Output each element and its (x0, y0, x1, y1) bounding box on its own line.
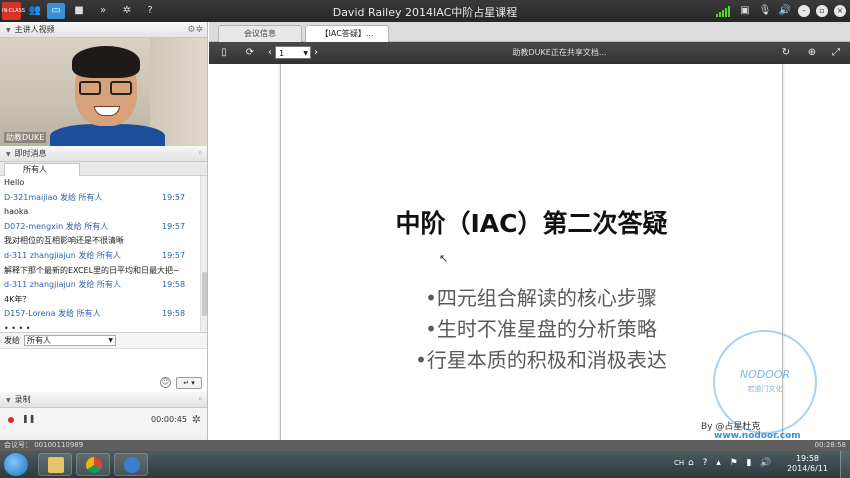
windows-taskbar: CH ⌂ ? ▴ ⚑ ▮ 🔊 19:58 2014/6/11 (0, 451, 850, 478)
start-button[interactable] (4, 453, 28, 476)
chat-message-text: d-311 zhangjiajun 发给 所有人 (4, 250, 121, 260)
chat-message-text: 解释下那个最新的EXCEL里的日平均和日最大把~ (4, 265, 180, 275)
meeting-number: 会议号： 00100110989 (4, 441, 84, 449)
slide-bullet: •生时不准星盘的分析策略 (425, 317, 657, 341)
recording-time: 00:00:45 (151, 415, 187, 424)
send-button[interactable]: ↵ ▾ (176, 377, 202, 389)
chat-message: Hello (0, 176, 200, 191)
recording-title: 录制 (14, 395, 31, 404)
session-clock: 00:28:58 (814, 441, 846, 449)
mouse-cursor-icon: ↖ (439, 252, 449, 265)
chat-message: 解释下那个最新的EXCEL里的日平均和日最大把~ (0, 264, 200, 279)
chat-message: • • • • (0, 322, 200, 332)
chat-header[interactable]: ▼ 即时消息 ◦ (0, 146, 207, 162)
chat-message: 4K年？ (0, 293, 200, 308)
record-button[interactable] (8, 417, 14, 423)
chat-message-text: Hello (4, 178, 25, 187)
presenter-name: 助教DUKE (4, 132, 47, 143)
slide: 中阶（IAC）第二次答疑 ↖ •四元组合解读的核心步骤 •生时不准星盘的分析策略… (280, 64, 817, 440)
chat-messages: Hello D-321maijiao 发给 所有人 19:57 haoka D072-m… (0, 176, 207, 332)
tray-icons[interactable]: ⌂ ? ▴ ⚑ ▮ 🔊 (688, 458, 775, 468)
tab-all-users[interactable]: 所有人 (4, 163, 80, 176)
emoji-icon[interactable]: ☺ (160, 377, 171, 388)
chat-message-text: 4K年？ (4, 294, 31, 304)
show-desktop-button[interactable] (840, 451, 850, 478)
document-toolbar: ▯ ⟳ ‹ 1 ▼ › 助教DUKE正在共享文档... ↻ ⊕ ⤢ (209, 42, 850, 64)
chat-message-text: haoka (4, 207, 29, 217)
pause-button[interactable]: ❚❚ (22, 414, 35, 423)
slide-bullet: •四元组合解读的核心步骤 (425, 286, 657, 310)
presenter-video-title: 主讲人视频 (14, 25, 55, 34)
zoom-in-icon[interactable]: ⊕ (805, 46, 819, 60)
recording-header[interactable]: ▼ 录制 ◦ (0, 392, 207, 408)
slide-bullet: •行星本质的积极和消极表达 (415, 348, 667, 372)
slide-title: 中阶（IAC）第二次答疑 (395, 209, 668, 238)
chat-title: 即时消息 (14, 149, 47, 158)
speaker-icon[interactable]: 🔊 (778, 4, 792, 18)
chat-options-icon[interactable]: ◦ (198, 146, 203, 162)
document-viewer: 中阶（IAC）第二次答疑 ↖ •四元组合解读的核心步骤 •生时不准星盘的分析策略… (209, 64, 850, 441)
chat-message-text: D072-mengxin 发给 所有人 (4, 221, 109, 231)
chat-message-time: 19:58 (162, 280, 186, 290)
chat-message: D072-mengxin 发给 所有人 19:57 (0, 220, 200, 235)
recording-settings-icon[interactable]: ✲ (192, 413, 201, 426)
title-bar: IN·CLASS 👥 ▭ ■ » ✲ ? David Railey 2014IA… (0, 0, 850, 22)
chat-message-text: • • • • (4, 323, 31, 332)
recording-options-icon[interactable]: ◦ (198, 392, 203, 408)
chat-message-time: 19:57 (162, 250, 186, 260)
fullscreen-icon[interactable]: ⤢ (829, 46, 843, 60)
presenter-video-header[interactable]: ▼ 主讲人视频 ⚙✲ (0, 22, 207, 38)
close-button[interactable]: × (834, 5, 846, 17)
chat-message-text: D-321maijiao 发给 所有人 (4, 192, 103, 202)
system-tray: CH ⌂ ? ▴ ⚑ ▮ 🔊 19:58 2014/6/11 (660, 451, 850, 478)
chat-message: d-311 zhangjiajun 发给 所有人 19:58 (0, 278, 200, 293)
language-indicator[interactable]: CH (674, 459, 684, 467)
left-panel: ▼ 主讲人视频 ⚙✲ 助教DUKE ▼ 即时消息 ◦ 所有人 Hello D-321m… (0, 22, 208, 440)
send-to-label: 发给 (4, 336, 20, 345)
system-clock[interactable]: 19:58 2014/6/11 (787, 454, 828, 474)
explorer-taskbar-icon[interactable] (38, 453, 72, 476)
send-to-select[interactable]: 所有人 ▼ (24, 335, 116, 346)
chat-message-time: 19:57 (162, 221, 186, 231)
rotate-icon[interactable]: ↻ (779, 46, 793, 60)
presenter-video: 助教DUKE (0, 38, 207, 146)
document-tabs: 会议信息 【IAC答疑】... (209, 22, 850, 42)
chat-message-text: d-311 zhangjiajun 发给 所有人 (4, 280, 121, 290)
video-settings-icon[interactable]: ⚙✲ (187, 22, 203, 38)
tab-iac-qa[interactable]: 【IAC答疑】... (305, 25, 389, 42)
chat-input[interactable]: ☺ ↵ ▾ (0, 348, 207, 392)
layout-icon[interactable]: ▣ (738, 4, 752, 18)
chat-scrollbar[interactable] (200, 176, 207, 332)
chat-message-text: 我对相位的互相影响还是不很清晰 (4, 236, 124, 246)
microphone-icon[interactable]: 🎙 (758, 4, 772, 18)
status-strip: 会议号： 00100110989 00:28:58 (0, 440, 850, 451)
chat-message: haoka (0, 205, 200, 220)
chat-message-time: 19:58 (162, 309, 186, 319)
chat-message: D-321maijiao 发给 所有人 19:57 (0, 191, 200, 206)
chevron-down-icon: ▼ (108, 337, 113, 344)
sharing-status: 助教DUKE正在共享文档... (512, 48, 607, 57)
slide-bullets: •四元组合解读的核心步骤 •生时不准星盘的分析策略 •行星本质的积极和消极表达 (381, 283, 701, 376)
tab-meeting-info[interactable]: 会议信息 (218, 25, 302, 42)
chat-message: d-311 zhangjiajun 发给 所有人 19:57 (0, 249, 200, 264)
minimize-button[interactable]: – (798, 5, 810, 17)
signal-strength-icon (716, 5, 732, 17)
chat-message: 我对相位的互相影响还是不很清晰 (0, 234, 200, 249)
maximize-button[interactable]: ▫ (816, 5, 828, 17)
app-taskbar-icon[interactable] (114, 453, 148, 476)
chat-message-text: D157-Lorena 发给 所有人 (4, 309, 101, 319)
chat-message-time: 19:57 (162, 192, 186, 202)
chat-message: D157-Lorena 发给 所有人 19:58 (0, 307, 200, 322)
chrome-taskbar-icon[interactable] (76, 453, 110, 476)
